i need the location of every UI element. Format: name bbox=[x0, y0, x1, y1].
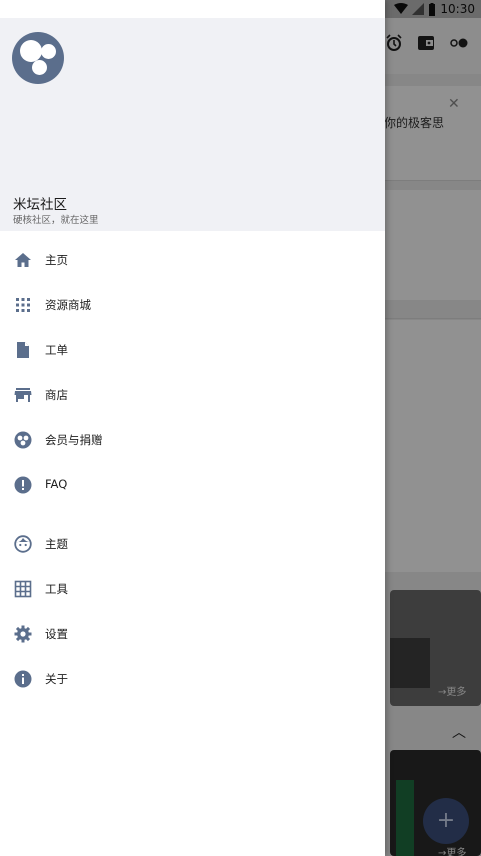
menu-item-tools[interactable]: 工具 bbox=[0, 567, 385, 611]
menu-item-faq[interactable]: FAQ bbox=[0, 463, 385, 507]
menu-item-home[interactable]: 主页 bbox=[0, 238, 385, 282]
menu-item-label: 商店 bbox=[45, 388, 68, 402]
face-icon bbox=[14, 535, 32, 553]
menu-item-label: 主题 bbox=[45, 537, 68, 551]
home-icon bbox=[15, 253, 31, 267]
community-title: 米坛社区 bbox=[13, 197, 67, 213]
menu-item-label: 设置 bbox=[45, 627, 68, 641]
menu-item-label: 会员与捐赠 bbox=[45, 433, 103, 447]
apps-grid-icon bbox=[16, 298, 30, 312]
drawer-header: 米坛社区 硬核社区，就在这里 bbox=[0, 18, 385, 231]
menu-item-about[interactable]: 关于 bbox=[0, 657, 385, 701]
membership-icon bbox=[14, 431, 32, 449]
menu-item-label: 主页 bbox=[45, 253, 68, 267]
menu-item-resource-mall[interactable]: 资源商城 bbox=[0, 283, 385, 327]
drawer-status-bar bbox=[0, 0, 385, 18]
navigation-drawer: 米坛社区 硬核社区，就在这里 主页 资源商城 工单 商店 会员与捐赠 FAQ 主… bbox=[0, 0, 385, 856]
document-icon bbox=[17, 342, 29, 358]
menu-item-membership[interactable]: 会员与捐赠 bbox=[0, 418, 385, 462]
menu-item-store[interactable]: 商店 bbox=[0, 373, 385, 417]
menu-item-label: 关于 bbox=[45, 672, 68, 686]
menu-item-label: 工单 bbox=[45, 343, 68, 357]
alert-circle-icon bbox=[14, 476, 32, 494]
menu-item-settings[interactable]: 设置 bbox=[0, 612, 385, 656]
store-icon bbox=[14, 388, 32, 402]
info-icon bbox=[14, 670, 32, 688]
community-subtitle: 硬核社区，就在这里 bbox=[13, 215, 99, 226]
menu-item-label: FAQ bbox=[45, 477, 68, 491]
menu-item-ticket[interactable]: 工单 bbox=[0, 328, 385, 372]
menu-item-label: 资源商城 bbox=[45, 298, 91, 312]
community-logo-icon[interactable] bbox=[12, 32, 64, 84]
menu-item-label: 工具 bbox=[45, 582, 68, 596]
grid-icon bbox=[14, 580, 32, 598]
menu-item-theme[interactable]: 主题 bbox=[0, 522, 385, 566]
gear-icon bbox=[14, 625, 32, 643]
